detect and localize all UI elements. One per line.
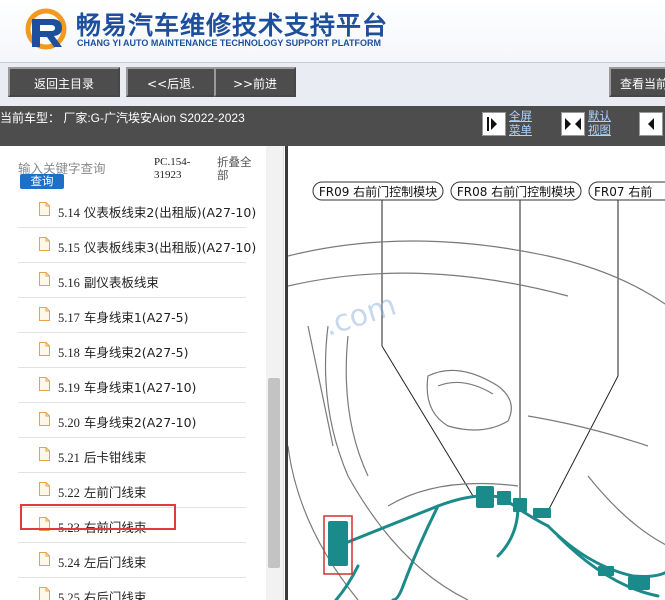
catalog-item-number: 5.24: [58, 556, 80, 570]
default-line1: 默认: [588, 109, 611, 123]
catalog-item-number: 5.14: [58, 206, 80, 220]
catalog-item-label: 5.16 副仪表板线束: [58, 272, 159, 291]
doc-code-line2: 31923: [154, 169, 182, 181]
back-home-button[interactable]: 返回主目录: [8, 67, 120, 97]
view-current-button[interactable]: 查看当前: [609, 67, 665, 97]
catalog-item-title: 车身线束1(A27-10): [83, 380, 197, 395]
wiring-diagram-svg: FR09 右前门控制模块 FR08 右前门控制模块 FR07 右前 .com: [288, 181, 665, 600]
catalog-item[interactable]: 5.17 车身线束1(A27-5): [18, 298, 246, 333]
doc-code: PC.154- 31923: [154, 156, 204, 182]
catalog-item-label: 5.15 仪表板线束3(出租版)(A27-10): [58, 237, 256, 256]
document-icon: [39, 237, 50, 251]
catalog-item[interactable]: 5.25 右后门线束: [18, 578, 246, 600]
document-icon: [39, 482, 50, 496]
logo-icon: [25, 8, 67, 50]
catalog-item[interactable]: 5.22 左前门线束: [18, 473, 246, 508]
default-line2: 视图: [588, 123, 611, 137]
catalog-item-label: 5.22 左前门线束: [58, 482, 146, 501]
catalog-item-number: 5.19: [58, 381, 80, 395]
default-view-icon[interactable]: [561, 112, 585, 136]
document-icon: [39, 447, 50, 461]
collapse-panel-icon[interactable]: [639, 112, 663, 136]
catalog-list: 5.14 仪表板线束2(出租版)(A27-10) 5.15 仪表板线束3(出租版)…: [18, 193, 256, 600]
fullscreen-line1: 全屏: [509, 109, 532, 123]
connector-label-fr09: FR09 右前门控制模块: [312, 181, 444, 201]
leader-lines: [381, 200, 619, 512]
info-bar: 当前车型： 厂家:G-广汽埃安Aion S2022-2023 全屏 菜单 默认 …: [0, 106, 665, 146]
app-header: 畅易汽车维修技术支持平台 CHANG YI AUTO MAINTENANCE T…: [0, 0, 665, 62]
document-icon: [39, 272, 50, 286]
harness-connectors: [328, 486, 650, 590]
document-icon: [39, 342, 50, 356]
brand-subtitle: CHANG YI AUTO MAINTENANCE TECHNOLOGY SUP…: [77, 38, 382, 48]
catalog-item[interactable]: 5.14 仪表板线束2(出租版)(A27-10): [18, 193, 256, 228]
document-icon: [39, 552, 50, 566]
fullscreen-line2: 菜单: [509, 123, 532, 137]
brand-title: 畅易汽车维修技术支持平台: [76, 11, 389, 40]
connector-label-text: FR09 右前门控制模块: [319, 184, 437, 199]
back-button[interactable]: <<后退.: [126, 67, 216, 97]
document-icon: [39, 202, 50, 216]
sidebar-scroll-thumb[interactable]: [268, 378, 280, 568]
collapse-line2: 部: [217, 168, 229, 182]
catalog-item[interactable]: 5.20 车身线束2(A27-10): [18, 403, 246, 438]
document-icon: [39, 412, 50, 426]
selection-highlight: [20, 504, 176, 530]
catalog-item-label: 5.17 车身线束1(A27-5): [58, 307, 189, 326]
catalog-item-number: 5.16: [58, 276, 80, 290]
catalog-item[interactable]: 5.16 副仪表板线束: [18, 263, 246, 298]
current-vehicle-label: 当前车型： 厂家:G-广汽埃安Aion S2022-2023: [0, 111, 245, 125]
doc-code-line1: PC.154-: [154, 156, 191, 168]
catalog-item-number: 5.18: [58, 346, 80, 360]
catalog-item-title: 左后门线束: [83, 555, 147, 570]
catalog-item-label: 5.14 仪表板线束2(出租版)(A27-10): [58, 202, 256, 221]
fullscreen-icon[interactable]: [482, 112, 506, 136]
catalog-item-number: 5.25: [58, 591, 80, 600]
catalog-item-number: 5.21: [58, 451, 80, 465]
catalog-item-label: 5.20 车身线束2(A27-10): [58, 412, 196, 431]
catalog-item-label: 5.18 车身线束2(A27-5): [58, 342, 189, 361]
catalog-item-title: 车身线束2(A27-10): [83, 415, 197, 430]
catalog-item[interactable]: 5.15 仪表板线束3(出租版)(A27-10): [18, 228, 256, 263]
catalog-item[interactable]: 5.18 车身线束2(A27-5): [18, 333, 246, 368]
document-icon: [39, 307, 50, 321]
forward-button[interactable]: >>前进: [214, 67, 296, 97]
catalog-item[interactable]: 5.19 车身线束1(A27-10): [18, 368, 246, 403]
catalog-item-number: 5.17: [58, 311, 80, 325]
catalog-item-number: 5.15: [58, 241, 80, 255]
catalog-item-title: 车身线束1(A27-5): [83, 310, 189, 325]
catalog-item-title: 后卡钳线束: [83, 450, 147, 465]
connector-label-text: FR08 右前门控制模块: [457, 184, 575, 199]
connector-label-text: FR07 右前: [594, 184, 652, 199]
connector-label-fr08: FR08 右前门控制模块: [450, 181, 582, 201]
catalog-item-number: 5.22: [58, 486, 80, 500]
catalog-item-label: 5.21 后卡钳线束: [58, 447, 146, 466]
catalog-item-title: 仪表板线束2(出租版)(A27-10): [83, 205, 257, 220]
nav-toolbar: 返回主目录 <<后退. >>前进 查看当前: [0, 62, 665, 107]
collapse-all-link[interactable]: 折叠全 部: [217, 156, 257, 182]
fullscreen-menu-link[interactable]: 全屏 菜单: [509, 109, 532, 137]
document-icon: [39, 377, 50, 391]
catalog-item-title: 仪表板线束3(出租版)(A27-10): [83, 240, 257, 255]
document-icon: [39, 587, 50, 600]
catalog-item-title: 左前门线束: [83, 485, 147, 500]
catalog-item-label: 5.24 左后门线束: [58, 552, 146, 571]
catalog-item-title: 车身线束2(A27-5): [83, 345, 189, 360]
catalog-item-number: 5.20: [58, 416, 80, 430]
catalog-item[interactable]: 5.24 左后门线束: [18, 543, 246, 578]
harness-lines: [334, 494, 665, 600]
catalog-sidebar: 输入关键字查询 查询 PC.154- 31923 折叠全 部 5.14 仪表板线…: [0, 146, 284, 600]
catalog-item-title: 副仪表板线束: [83, 275, 159, 290]
watermark: .com: [320, 288, 401, 344]
wiring-diagram[interactable]: FR09 右前门控制模块 FR08 右前门控制模块 FR07 右前 .com: [285, 146, 665, 600]
catalog-item[interactable]: 5.21 后卡钳线束: [18, 438, 246, 473]
default-view-link[interactable]: 默认 视图: [588, 109, 611, 137]
connector-label-fr07: FR07 右前: [588, 181, 665, 201]
catalog-item-label: 5.19 车身线束1(A27-10): [58, 377, 196, 396]
catalog-item-label: 5.25 右后门线束: [58, 587, 146, 600]
catalog-item-title: 右后门线束: [83, 590, 147, 600]
search-button[interactable]: 查询: [20, 174, 64, 189]
